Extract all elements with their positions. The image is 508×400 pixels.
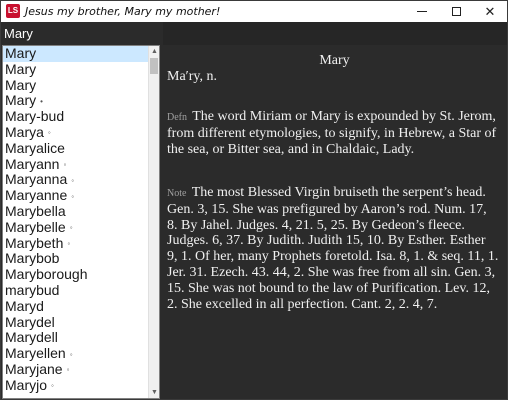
maximize-icon — [451, 7, 461, 16]
word-list-item-label: Maryjo — [5, 376, 48, 393]
word-list-panel: Mary Mary Mary Mary • Mary-bud Marya ◦ Maryalice… — [2, 45, 160, 399]
word-list-item[interactable]: Mary • — [3, 92, 148, 109]
word-list-item-label: Maryanna — [5, 171, 68, 188]
note-block: Note The most Blessed Virgin bruiseth th… — [167, 185, 499, 312]
entry-headword: Mary — [319, 53, 350, 68]
word-list-item[interactable]: Mary — [3, 60, 148, 78]
definition-block: Defn The word Miriam or Mary is expounde… — [167, 109, 499, 157]
entry-marker-icon: ◦ — [69, 223, 73, 233]
word-list-item-label: Marybella — [5, 202, 66, 219]
word-list-item[interactable]: Maryjane ◦ — [3, 360, 148, 378]
word-list-item[interactable]: Maryalice — [3, 139, 148, 157]
word-list-item[interactable]: Marybella — [3, 202, 148, 220]
word-list-item-label: Maryjane — [5, 360, 63, 377]
maximize-button[interactable] — [439, 1, 473, 22]
word-list-item-label: Mary — [5, 45, 37, 61]
word-list-item[interactable]: Maryborough — [3, 266, 148, 283]
word-list-item-label: Mary — [5, 92, 37, 109]
note-text: The most Blessed Virgin bruiseth the ser… — [167, 185, 499, 312]
word-list-scrollbar[interactable]: ▲ ▼ — [148, 46, 159, 398]
word-list-item-label: Marya — [5, 123, 44, 140]
definition-text: The word Miriam or Mary is expounded by … — [167, 109, 497, 157]
note-tag: Note — [167, 188, 187, 199]
entry-marker-icon: ◦ — [47, 128, 51, 138]
word-list-item[interactable]: Maryellen ◦ — [3, 345, 148, 362]
entry-pronunciation: Ma′ry, n. — [167, 69, 217, 84]
word-list-item[interactable]: Maryanna ◦ — [3, 171, 148, 188]
word-list-item[interactable]: Maryann ◦ — [3, 155, 148, 173]
word-list-item-label: marybud — [5, 281, 60, 298]
word-list-item[interactable]: Maryjo ◦ — [3, 376, 148, 394]
word-list-item-label: Mary-bud — [5, 108, 65, 125]
word-list-item[interactable]: Marydel — [3, 313, 148, 331]
word-list-item[interactable]: Mary-bud — [3, 108, 148, 125]
entry-marker-icon: • — [40, 96, 43, 106]
scroll-down-arrow-icon[interactable]: ▼ — [149, 387, 159, 398]
word-list-item-label: Mary — [5, 60, 37, 77]
entry-marker-icon: ◦ — [51, 381, 54, 391]
word-list-item-label: Maryanne — [5, 187, 68, 204]
word-list-item[interactable]: Mary — [3, 46, 148, 62]
word-list-item[interactable]: Marybelle ◦ — [3, 218, 148, 236]
scroll-up-arrow-icon[interactable]: ▲ — [149, 46, 159, 57]
word-list-item-label: Marydell — [5, 329, 58, 346]
word-list-item[interactable]: Marybob — [3, 250, 148, 267]
word-list-item[interactable]: Maryanne ◦ — [3, 187, 148, 204]
word-list-item[interactable]: Marybeth ◦ — [3, 234, 148, 252]
word-list-item-label: Marybob — [5, 250, 60, 267]
word-list-item-label: Marybelle — [5, 218, 66, 235]
entry-marker-icon: ◦ — [69, 349, 73, 359]
definition-tag: Defn — [167, 112, 187, 123]
minimize-button[interactable] — [405, 1, 439, 22]
window-title: Jesus my brother, Mary my mother! — [25, 5, 221, 18]
search-input[interactable] — [1, 22, 161, 45]
search-bar-filler — [163, 22, 507, 45]
entry-marker-icon: ◦ — [71, 191, 75, 201]
word-list-item-label: Maryalice — [5, 139, 65, 156]
close-button[interactable]: ✕ — [473, 1, 507, 22]
close-icon: ✕ — [484, 3, 496, 19]
word-list-item[interactable]: Marya ◦ — [3, 123, 148, 141]
word-list-item-label: Maryellen — [5, 345, 66, 362]
entry-marker-icon: ◦ — [71, 175, 75, 185]
scrollbar-thumb[interactable] — [150, 58, 158, 74]
entry-marker-icon: ◦ — [67, 238, 71, 248]
word-list[interactable]: Mary Mary Mary Mary • Mary-bud Marya ◦ Maryalice… — [3, 46, 148, 394]
word-list-item[interactable]: Maryd — [3, 297, 148, 315]
search-bar — [1, 22, 507, 45]
title-bar[interactable]: LS Jesus my brother, Mary my mother! ✕ — [1, 1, 507, 22]
word-list-item-label: Marybeth — [5, 234, 64, 251]
word-list-item-label: Mary — [5, 76, 37, 93]
word-list-item-label: Maryann — [5, 155, 60, 172]
word-list-item-label: Maryd — [5, 297, 44, 314]
word-list-item[interactable]: Marydell — [3, 329, 148, 346]
word-list-item-label: Maryborough — [5, 266, 88, 283]
app-icon: LS — [6, 4, 20, 18]
entry-marker-icon: ◦ — [66, 365, 70, 375]
app-window: LS Jesus my brother, Mary my mother! ✕ M… — [0, 0, 508, 400]
entry-content-pane: Mary Ma′ry, n. Defn The word Miriam or M… — [162, 45, 507, 399]
minimize-icon — [417, 11, 427, 12]
word-list-item-label: Marydel — [5, 313, 55, 330]
entry-marker-icon: ◦ — [63, 159, 67, 169]
word-list-item[interactable]: marybud — [3, 281, 148, 299]
word-list-item[interactable]: Mary — [3, 76, 148, 94]
